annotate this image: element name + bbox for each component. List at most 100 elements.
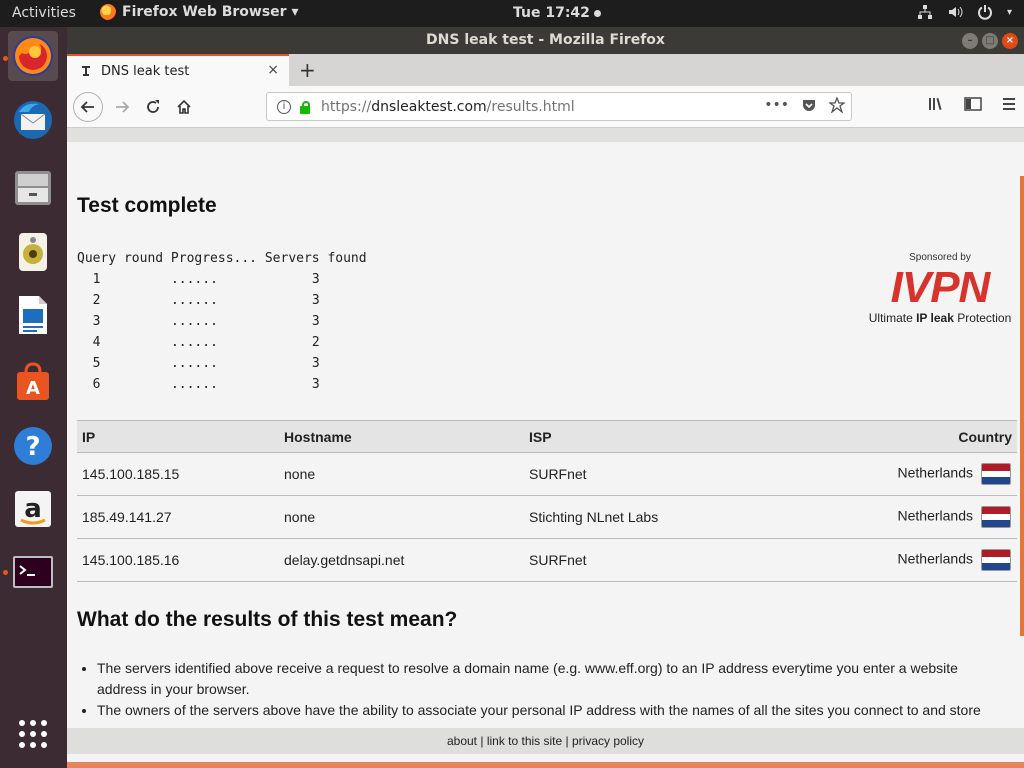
ivpn-logo[interactable]: IVPN [863,265,1017,311]
reload-button[interactable] [138,92,168,122]
help-launcher[interactable]: ? [8,421,58,471]
sponsored-by-label: Sponsored by [909,252,971,263]
cell-ip: 185.49.141.27 [77,495,279,539]
round-number: 3 [92,314,101,329]
library-icon[interactable] [928,96,946,112]
list-item: The servers identified above receive a r… [97,658,1007,700]
home-button[interactable] [169,92,199,122]
bookmark-star-icon[interactable] [829,97,845,113]
svg-text:?: ? [25,432,40,462]
sidebar-icon[interactable] [964,96,982,112]
progress-rows: 1 ...... 3 2 ...... 3 3 ...... 3 4 .....… [77,272,320,392]
close-window-button[interactable]: × [1002,33,1018,49]
results-meaning-heading: What do the results of this test mean? [77,608,458,631]
minimize-button[interactable]: – [962,33,978,49]
files-icon [15,171,51,205]
power-icon [977,5,992,20]
progress-row: 6 ...... 3 [77,377,320,392]
window-titlebar[interactable]: DNS leak test - Mozilla Firefox – □ × [67,27,1024,54]
progress-dots: ...... [170,377,218,392]
about-link[interactable]: about [447,734,477,748]
header-ip: IP [77,420,279,453]
cell-country: Netherlands [774,538,1017,582]
privacy-policy-link[interactable]: privacy policy [572,734,644,748]
system-tray[interactable]: ▾ [917,4,1012,20]
url-path: /results.html [486,98,575,115]
lock-icon[interactable] [299,100,311,114]
firefox-icon [13,36,53,76]
servers-found: 3 [311,293,320,308]
maximize-button[interactable]: □ [982,33,998,49]
results-header-row: IP Hostname ISP Country [77,420,1017,453]
chevron-down-icon: ▾ [1006,6,1012,18]
amazon-launcher[interactable]: a [8,484,58,534]
footer-separator: | [562,734,572,748]
clock[interactable]: Tue 17:42 [513,5,601,21]
forward-arrow-icon [116,101,130,113]
progress-row: 1 ...... 3 [77,272,320,287]
network-icon [917,5,932,19]
firefox-icon [100,4,116,20]
rhythmbox-icon [19,233,47,271]
tab-dns-leak-test[interactable]: DNS leak test × [67,54,289,86]
hamburger-menu-icon[interactable] [1000,96,1018,112]
thunderbird-launcher[interactable] [8,95,58,145]
footer-separator: | [477,734,487,748]
activities-button[interactable]: Activities [12,5,76,21]
tagline-bold: IP leak [916,311,954,325]
progress-dots: ...... [170,356,218,371]
sponsor-ad[interactable]: Sponsored by IVPN Ultimate IP leak Prote… [863,252,1017,325]
app-menu[interactable]: Firefox Web Browser ▾ [100,4,298,20]
libreoffice-writer-launcher[interactable] [8,290,58,340]
firefox-launcher[interactable] [8,31,58,81]
list-item: The owners of the servers above have the… [97,700,1007,721]
new-tab-button[interactable]: + [299,58,316,82]
servers-found: 2 [311,335,320,350]
tab-label: DNS leak test [101,63,190,79]
url-bar[interactable]: i https://dnsleaktest.com/results.html •… [266,92,852,121]
rhythmbox-launcher[interactable] [8,227,58,277]
page-actions-icon[interactable]: ••• [764,97,789,113]
scrollbar[interactable] [1020,176,1024,636]
thunderbird-icon [14,101,52,139]
cell-hostname: none [279,452,524,496]
progress-dots: ...... [170,314,218,329]
cell-isp: SURFnet [524,538,774,582]
cell-country: Netherlands [774,452,1017,496]
link-to-site-link[interactable]: link to this site [487,734,562,748]
back-button[interactable] [73,92,103,122]
clock-label: Tue 17:42 [513,5,590,21]
amazon-icon: a [15,491,51,527]
progress-dots: ...... [170,335,218,350]
libreoffice-writer-icon [19,296,47,334]
page-title: Test complete [77,194,217,217]
explanation-list: The servers identified above receive a r… [97,658,1007,721]
cell-isp: Stichting NLnet Labs [524,495,774,539]
ubuntu-software-launcher[interactable]: A [8,357,58,407]
site-info-icon[interactable]: i [277,99,291,114]
page-content: Test complete Query round Progress... Se… [67,128,1024,768]
table-row: 145.100.185.16 delay.getdnsapi.net SURFnet… [77,538,1017,582]
pocket-icon[interactable] [801,97,817,113]
servers-found: 3 [311,272,320,287]
close-tab-icon[interactable]: × [267,62,279,78]
round-number: 2 [92,293,101,308]
help-icon: ? [14,427,52,465]
round-number: 1 [92,272,101,287]
volume-icon [948,6,963,18]
show-apps-button[interactable] [8,709,58,759]
ubuntu-software-icon: A [17,362,49,400]
terminal-launcher[interactable] [8,547,58,597]
progress-dots: ...... [170,293,218,308]
sponsor-tagline: Ultimate IP leak Protection [863,311,1017,325]
files-launcher[interactable] [8,163,58,213]
tagline-post: Protection [953,311,1012,325]
firefox-window: DNS leak test - Mozilla Firefox – □ × DN… [67,27,1024,768]
url-text[interactable]: https://dnsleaktest.com/results.html [321,99,575,115]
system-top-bar: Activities Firefox Web Browser ▾ Tue 17:… [0,0,1024,27]
back-arrow-icon [80,101,94,113]
country-name: Netherlands [897,464,974,481]
round-number: 6 [92,377,101,392]
url-actions: ••• [764,97,845,113]
forward-button[interactable] [107,92,137,122]
